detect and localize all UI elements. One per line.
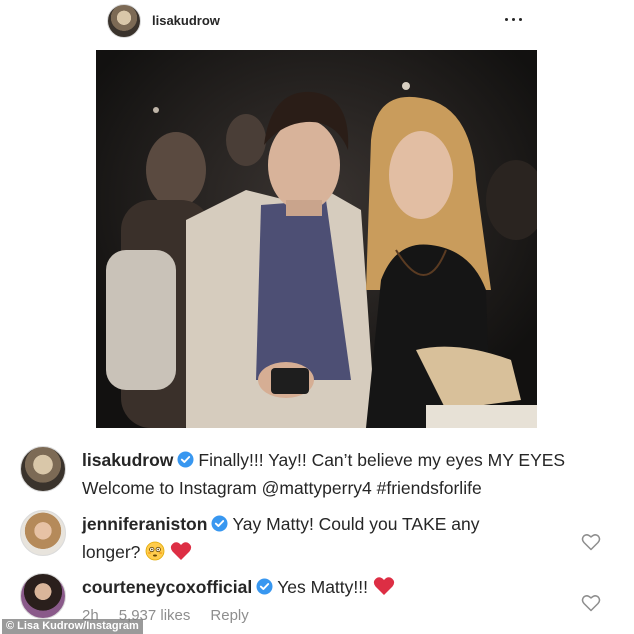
verified-badge-icon: [256, 578, 273, 595]
reply-button[interactable]: Reply: [210, 607, 248, 624]
comment-text: jenniferaniston Yay Matty! Could you TAKE…: [82, 510, 607, 566]
like-heart-icon[interactable]: [581, 532, 601, 552]
comment-text: courteneycoxofficial Yes Matty!!!: [82, 573, 607, 601]
comment-line-1: Yay Matty! Could you TAKE any: [232, 514, 480, 534]
comment-line-2: longer?: [82, 542, 141, 562]
post-photo[interactable]: [96, 50, 537, 428]
like-heart-icon[interactable]: [581, 593, 601, 613]
red-heart-emoji: [373, 577, 394, 595]
post-header: lisakudrow: [0, 0, 634, 44]
photo-illustration: [96, 50, 537, 428]
comment-username[interactable]: lisakudrow: [82, 450, 173, 470]
profile-avatar[interactable]: [107, 4, 141, 38]
flushed-face-emoji: [145, 541, 165, 561]
comment-line-1: Yes Matty!!!: [277, 577, 368, 597]
comment-line-2: Welcome to Instagram @mattyperry4 #frien…: [82, 478, 482, 498]
comment-username[interactable]: jenniferaniston: [82, 514, 207, 534]
avatar[interactable]: [20, 446, 66, 492]
red-heart-emoji: [171, 542, 192, 560]
comment-text: lisakudrow Finally!!! Yay!! Can’t believe…: [82, 446, 607, 502]
avatar[interactable]: [20, 510, 66, 556]
post-username[interactable]: lisakudrow: [152, 13, 220, 28]
verified-badge-icon: [211, 515, 228, 532]
avatar[interactable]: [20, 573, 66, 619]
more-options-icon[interactable]: [502, 9, 526, 29]
photo-credit: © Lisa Kudrow/Instagram: [2, 619, 143, 634]
verified-badge-icon: [177, 451, 194, 468]
comment-line-1: Finally!!! Yay!! Can’t believe my eyes M…: [198, 450, 566, 470]
comment-username[interactable]: courteneycoxofficial: [82, 577, 252, 597]
